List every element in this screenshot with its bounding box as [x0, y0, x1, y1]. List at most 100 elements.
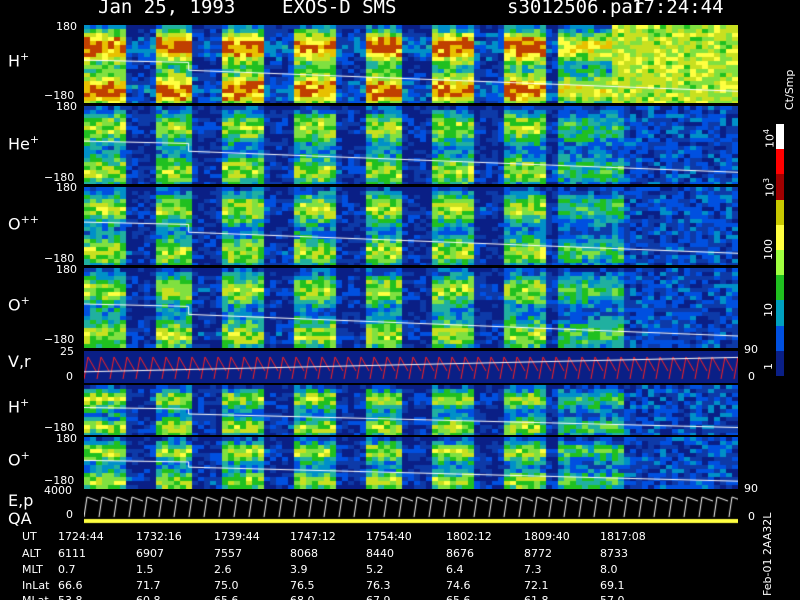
colorbar-segment — [776, 350, 784, 376]
ephem-cell: 72.1 — [524, 579, 549, 592]
ephem-cell: 66.6 — [58, 579, 83, 592]
ytick: 180 — [56, 181, 77, 194]
panel-vr — [84, 351, 738, 383]
colorbar-tick-10: 10 — [762, 303, 775, 317]
ephem-cell: 1732:16 — [136, 530, 182, 543]
ephem-cell: 2.6 — [214, 563, 232, 576]
ephem-cell: 1809:40 — [524, 530, 570, 543]
panel-h-plus-2 — [84, 385, 738, 435]
label-qa: QA — [8, 509, 32, 528]
heatmap-he-plus — [84, 106, 738, 184]
header-instrument: EXOS-D SMS — [282, 0, 397, 18]
header-time: 17:24:44 — [632, 0, 724, 18]
ytick: 180 — [56, 20, 77, 33]
panel-o-plus — [84, 268, 738, 348]
ephem-cell: 67.9 — [366, 594, 391, 600]
ephem-cell: 7.3 — [524, 563, 542, 576]
rtick: 0 — [748, 510, 755, 523]
ytick: 180 — [56, 100, 77, 113]
ephem-cell: 6907 — [136, 547, 164, 560]
ephem-label: MLT — [22, 563, 43, 576]
ephem-cell: 6.4 — [446, 563, 464, 576]
heatmap-o-plusplus — [84, 187, 738, 265]
ephem-cell: 76.3 — [366, 579, 391, 592]
ephem-cell: 1817:08 — [600, 530, 646, 543]
heatmap-o-plus — [84, 268, 738, 348]
colorbar-tick-1e4: 104 — [762, 128, 777, 148]
ephem-cell: 76.5 — [290, 579, 315, 592]
side-note: Feb-01 2AA32L — [761, 512, 774, 596]
ytick: 0 — [66, 508, 73, 521]
ephem-cell: 8.0 — [600, 563, 618, 576]
header-file: s3012506.par — [507, 0, 645, 18]
ephem-cell: 6111 — [58, 547, 86, 560]
heatmap-h-plus — [84, 25, 738, 103]
label-he-plus: He+ — [8, 133, 40, 154]
ephem-cell: 65.6 — [446, 594, 471, 600]
ephem-cell: 71.7 — [136, 579, 161, 592]
ephem-label: ALT — [22, 547, 41, 560]
colorbar — [776, 124, 784, 376]
panel-o-plus-2 — [84, 437, 738, 489]
ephem-cell: 5.2 — [366, 563, 384, 576]
ephem-cell: 1.5 — [136, 563, 154, 576]
ytick: 180 — [56, 432, 77, 445]
ephem-cell: 8068 — [290, 547, 318, 560]
rtick: 0 — [748, 370, 755, 383]
heatmap-ep — [84, 491, 738, 525]
ytick: 25 — [60, 345, 74, 358]
ephem-cell: 57.0 — [600, 594, 625, 600]
ephem-cell: 65.6 — [214, 594, 239, 600]
ephem-label: UT — [22, 530, 37, 543]
ephem-cell: 1747:12 — [290, 530, 336, 543]
colorbar-segment — [776, 174, 784, 200]
label-o-plus-2: O+ — [8, 449, 30, 470]
ephem-label: InLat — [22, 579, 50, 592]
colorbar-segment — [776, 124, 784, 150]
label-h-plus-2: H+ — [8, 396, 30, 417]
colorbar-tick-1: 1 — [762, 363, 775, 370]
ephem-cell: 68.0 — [290, 594, 315, 600]
ephem-cell: 8676 — [446, 547, 474, 560]
heatmap-o-plus-2 — [84, 437, 738, 489]
heatmap-h-plus-2 — [84, 385, 738, 435]
colorbar-tick-1e3: 103 — [762, 177, 777, 197]
ytick: 0 — [66, 370, 73, 383]
ephem-cell: 1724:44 — [58, 530, 104, 543]
ephem-cell: 7557 — [214, 547, 242, 560]
colorbar-segment — [776, 325, 784, 351]
ephem-cell: 61.8 — [524, 594, 549, 600]
rtick: 90 — [744, 482, 758, 495]
label-vr: V,r — [8, 352, 31, 371]
label-ep: E,p — [8, 491, 34, 510]
ephem-cell: 1754:40 — [366, 530, 412, 543]
colorbar-segment — [776, 300, 784, 326]
colorbar-segment — [776, 199, 784, 225]
colorbar-segment — [776, 149, 784, 175]
colorbar-segment — [776, 249, 784, 276]
ephem-cell: 8733 — [600, 547, 628, 560]
ephem-cell: 0.7 — [58, 563, 76, 576]
label-o-plusplus: O++ — [8, 213, 40, 234]
ephem-cell: 1739:44 — [214, 530, 260, 543]
header-date: Jan 25, 1993 — [98, 0, 236, 18]
ephem-label: MLat — [22, 594, 49, 600]
ephem-cell: 8440 — [366, 547, 394, 560]
ephem-cell: 69.1 — [600, 579, 625, 592]
ephem-cell: 53.8 — [58, 594, 83, 600]
ephem-cell: 1802:12 — [446, 530, 492, 543]
ytick: 180 — [56, 263, 77, 276]
ephem-cell: 60.8 — [136, 594, 161, 600]
ephem-cell: 75.0 — [214, 579, 239, 592]
panel-o-plusplus — [84, 187, 738, 265]
heatmap-vr — [84, 351, 738, 383]
panel-he-plus — [84, 106, 738, 184]
spectrogram-screen: Jan 25, 1993 EXOS-D SMS s3012506.par 17:… — [0, 0, 800, 600]
ytick: 4000 — [44, 484, 72, 497]
ephem-cell: 74.6 — [446, 579, 471, 592]
label-h-plus: H+ — [8, 50, 30, 71]
panel-ep — [84, 491, 738, 525]
colorbar-units: Ct/Smp — [783, 69, 796, 110]
rtick: 90 — [744, 343, 758, 356]
colorbar-segment — [776, 275, 784, 301]
